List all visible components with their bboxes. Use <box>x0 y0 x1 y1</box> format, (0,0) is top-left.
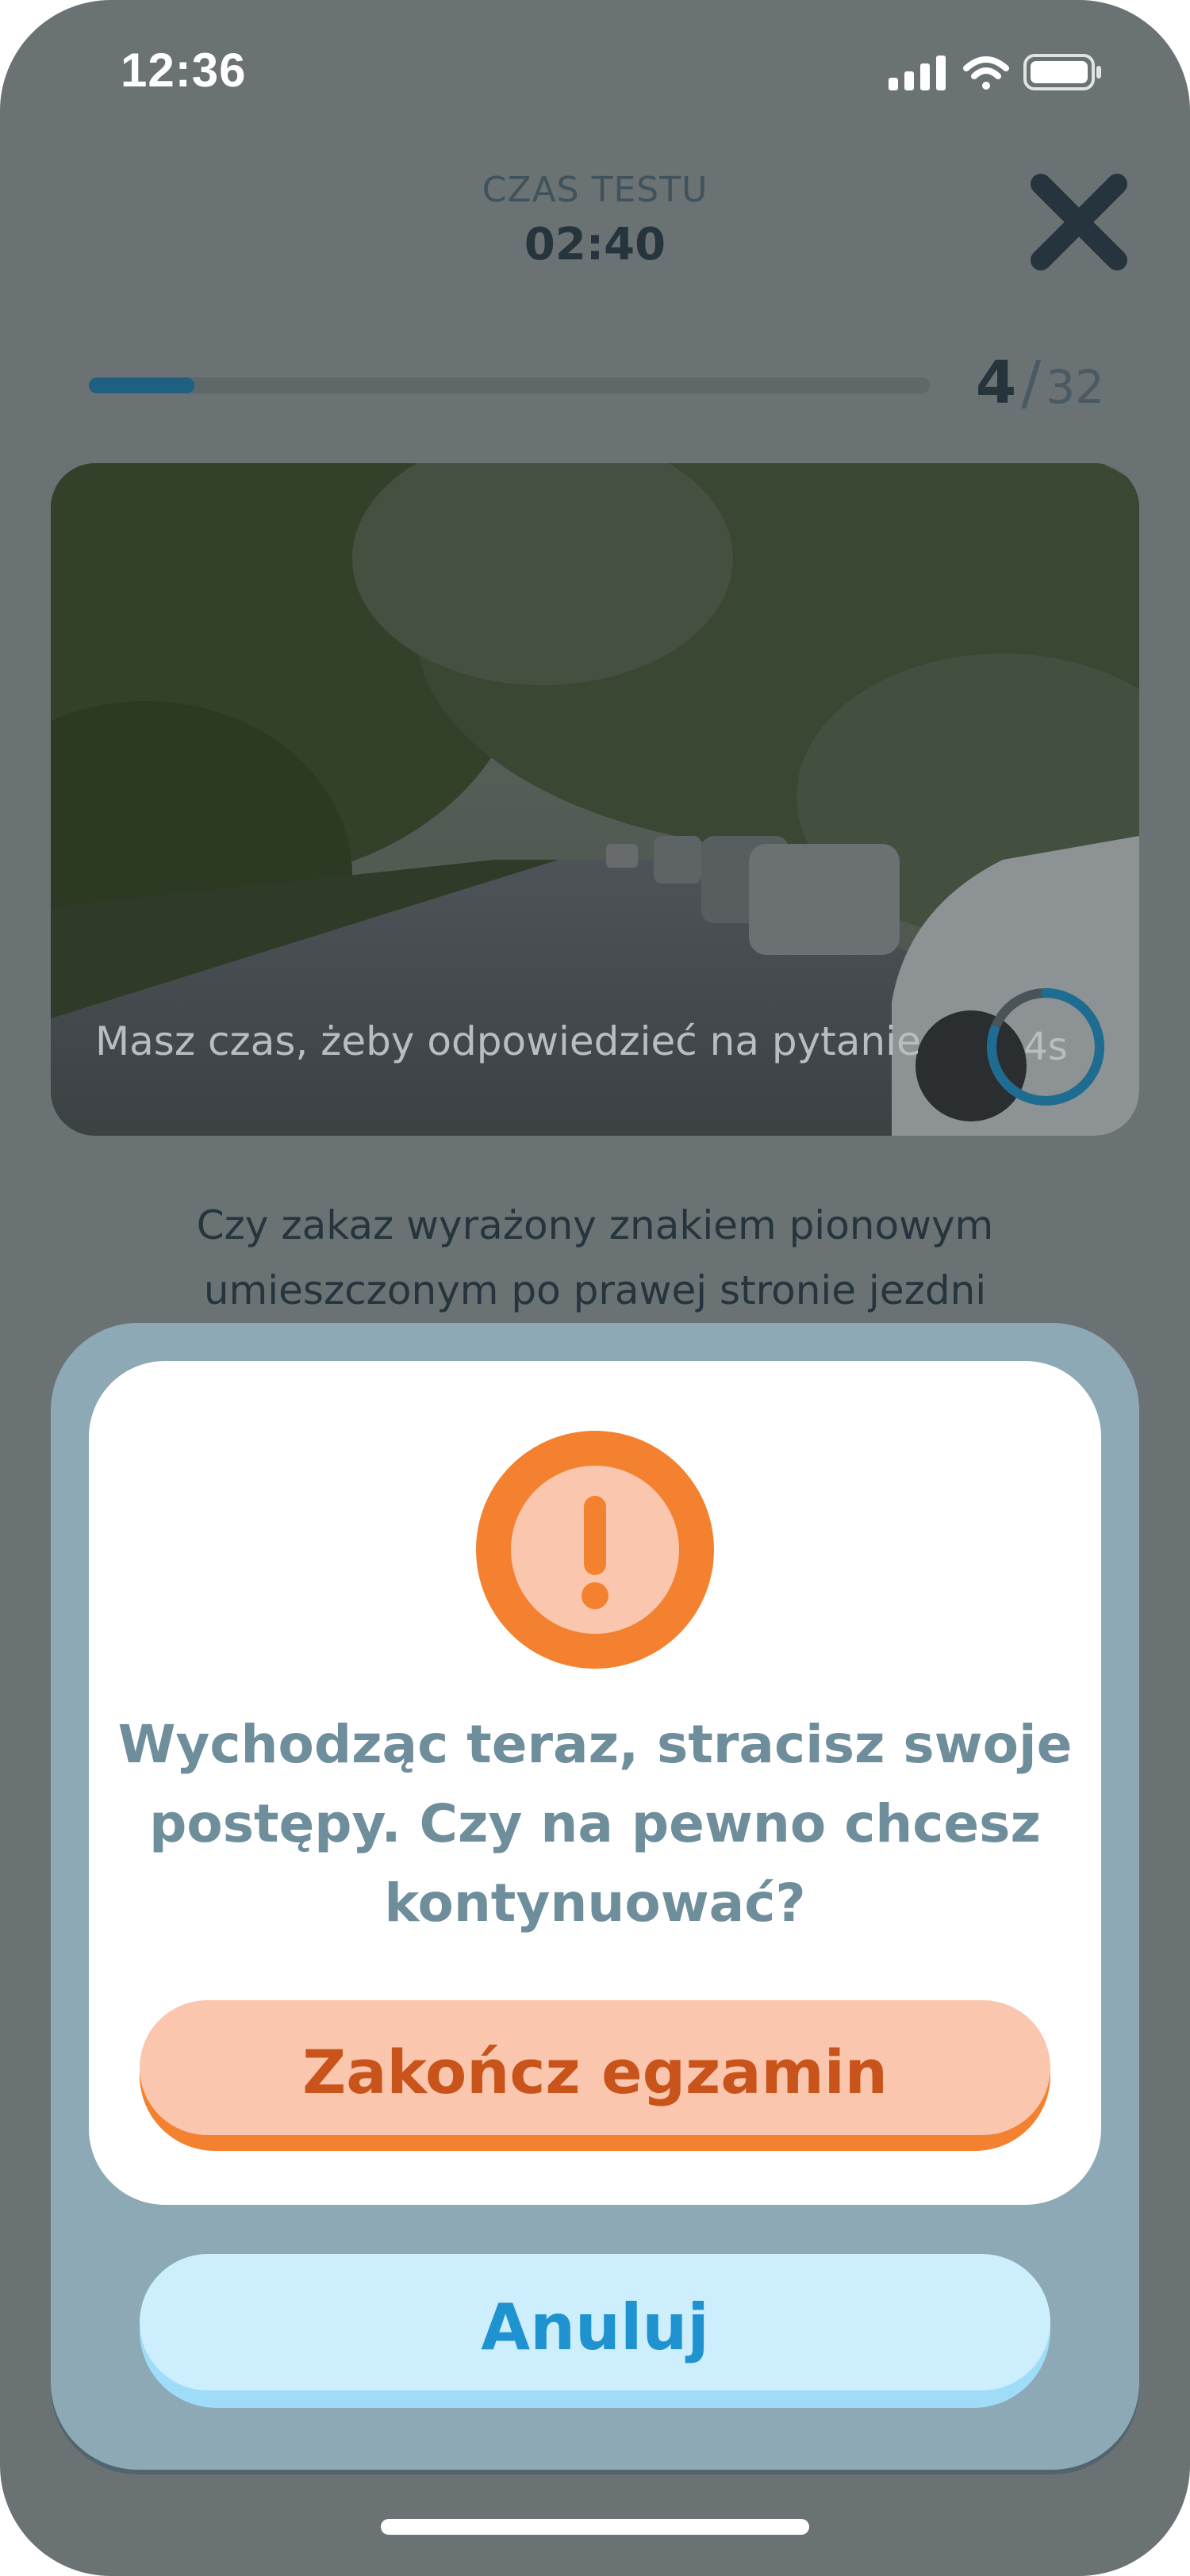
cellular-signal-icon <box>889 56 946 90</box>
progress-bar <box>89 378 930 393</box>
question-counter-separator: / <box>1021 349 1042 417</box>
answer-countdown: 4s <box>987 988 1104 1106</box>
question-total: 32 <box>1046 360 1104 414</box>
question-video[interactable]: Masz czas, żeby odpowiedzieć na pytanie <box>51 463 1139 1136</box>
end-exam-button-label: Zakończ egzamin <box>302 2037 888 2107</box>
message-line: kontynuować? <box>384 1873 806 1934</box>
battery-icon <box>1023 54 1101 90</box>
end-exam-button-face: Zakończ egzamin <box>140 2000 1050 2135</box>
status-time: 12:36 <box>121 44 247 97</box>
question-counter: 4/32 <box>976 349 1104 417</box>
home-indicator[interactable] <box>381 2519 809 2535</box>
video-caption: Masz czas, żeby odpowiedzieć na pytanie <box>95 1018 921 1064</box>
message-line: postępy. Czy na pewno chcesz <box>149 1793 1041 1854</box>
progress-bar-fill <box>89 378 194 393</box>
message-line: Wychodząc teraz, stracisz swoje <box>117 1714 1073 1775</box>
question-text: Czy zakaz wyrażony znakiem pionowym umie… <box>0 1193 1190 1323</box>
exclamation-icon <box>476 1431 714 1669</box>
close-icon[interactable] <box>1030 173 1128 271</box>
question-line: umieszczonym po prawej stronie jezdni <box>203 1267 987 1313</box>
question-line: Czy zakaz wyrażony znakiem pionowym <box>196 1202 994 1248</box>
test-time-label: CZAS TESTU <box>482 170 708 210</box>
test-timer: 02:40 <box>524 219 666 270</box>
wifi-icon <box>963 56 1009 90</box>
status-bar: 12:36 <box>0 0 1190 143</box>
cancel-button-face: Anuluj <box>140 2254 1050 2390</box>
question-current: 4 <box>975 349 1017 417</box>
cancel-button-label: Anuluj <box>481 2290 709 2364</box>
end-exam-button[interactable]: Zakończ egzamin <box>140 2000 1050 2151</box>
cancel-button[interactable]: Anuluj <box>140 2254 1050 2408</box>
app-screen: 12:36 CZAS TESTU 02:40 4/ 32 Masz czas, … <box>0 0 1190 2576</box>
exit-warning-message: Wychodząc teraz, stracisz swoje postępy.… <box>89 1705 1101 1943</box>
status-icons <box>889 54 1101 90</box>
countdown-text: 4s <box>1023 1025 1068 1069</box>
